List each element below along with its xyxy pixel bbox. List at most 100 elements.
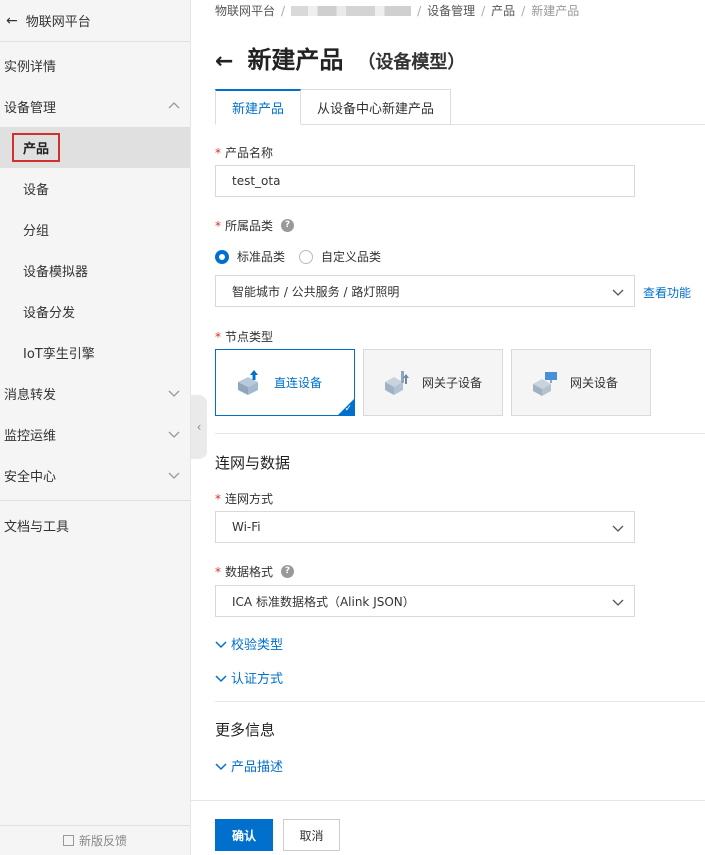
page-title: 新建产品 xyxy=(247,46,344,74)
sidebar-item-iot-twin[interactable]: IoT孪生引擎 xyxy=(0,332,190,373)
sidebar-item-group[interactable]: 分组 xyxy=(0,209,190,250)
category-radio-group: 标准品类 自定义品类 xyxy=(215,248,395,265)
product-name-label: * 产品名称 xyxy=(215,144,273,161)
breadcrumb-item[interactable]: 产品 xyxy=(491,2,515,19)
radio-checked-icon xyxy=(215,249,229,264)
node-card-direct-device[interactable]: 直连设备 ✓ xyxy=(215,349,355,416)
radio-custom-category[interactable]: 自定义品类 xyxy=(299,248,381,265)
sidebar-title: 物联网平台 xyxy=(25,15,91,30)
page-subtitle: （设备模型） xyxy=(357,52,466,73)
select-value: Wi-Fi xyxy=(232,520,261,534)
chevron-down-icon xyxy=(168,431,180,438)
connection-select[interactable]: Wi-Fi xyxy=(215,511,635,543)
auth-method-toggle[interactable]: 认证方式 xyxy=(215,668,283,687)
breadcrumb-current: 新建产品 xyxy=(531,4,580,18)
sidebar-item-device-management[interactable]: 设备管理 xyxy=(0,86,190,127)
node-card-gateway-device[interactable]: 网关设备 xyxy=(511,349,651,416)
card-label: 网关设备 xyxy=(570,376,619,390)
confirm-button[interactable]: 确认 xyxy=(215,819,273,851)
network-section-title: 连网与数据 xyxy=(215,454,291,472)
card-label: 直连设备 xyxy=(274,376,323,390)
chevron-down-icon xyxy=(168,390,180,397)
sidebar-item-instance[interactable]: 实例详情 xyxy=(0,45,190,86)
chevron-down-icon xyxy=(612,599,624,606)
checkmark-icon: ✓ xyxy=(344,404,352,414)
sidebar-item-label: IoT孪生引擎 xyxy=(23,347,95,362)
sidebar-item-monitoring[interactable]: 监控运维 xyxy=(0,414,190,455)
tab-from-device-center[interactable]: 从设备中心新建产品 xyxy=(301,89,452,125)
help-icon[interactable]: ? xyxy=(281,565,295,578)
sidebar-item-device-distribution[interactable]: 设备分发 xyxy=(0,291,190,332)
required-mark: * xyxy=(215,145,221,160)
category-select[interactable]: 智能城市 / 公共服务 / 路灯照明 xyxy=(215,275,635,307)
section-divider xyxy=(215,701,705,702)
breadcrumb-separator: / xyxy=(281,3,286,18)
arrow-left-icon[interactable]: ← xyxy=(6,13,18,29)
tab-bar: 新建产品 从设备中心新建产品 xyxy=(215,89,452,125)
chevron-down-icon xyxy=(215,762,227,770)
sidebar-item-docs-tools[interactable]: 文档与工具 xyxy=(0,505,190,546)
chevron-up-icon xyxy=(168,102,180,109)
field-label: 数据格式 xyxy=(225,565,274,579)
sidebar-item-label: 分组 xyxy=(23,224,50,239)
card-label: 网关子设备 xyxy=(422,376,483,390)
field-label: 产品名称 xyxy=(225,146,274,160)
feedback-label: 新版反馈 xyxy=(78,834,127,848)
field-label: 连网方式 xyxy=(225,492,274,506)
back-arrow-icon[interactable]: ← xyxy=(215,49,233,74)
node-card-gateway-subdevice[interactable]: 网关子设备 xyxy=(363,349,503,416)
radio-standard-category[interactable]: 标准品类 xyxy=(215,248,285,265)
view-features-link[interactable]: 查看功能 xyxy=(643,284,691,301)
chevron-down-icon xyxy=(612,289,624,296)
product-desc-toggle[interactable]: 产品描述 xyxy=(215,756,283,775)
sidebar-header[interactable]: ← 物联网平台 xyxy=(0,0,190,42)
data-format-label: * 数据格式 ? xyxy=(215,563,295,580)
sidebar: ← 物联网平台 实例详情 设备管理 产品 设备 分组 设备模拟器 设备分发 Io… xyxy=(0,0,191,855)
sidebar-item-label: 设备分发 xyxy=(23,306,76,321)
sidebar-item-label: 产品 xyxy=(12,133,61,162)
data-format-select[interactable]: ICA 标准数据格式（Alink JSON） xyxy=(215,585,635,617)
required-mark: * xyxy=(215,564,221,579)
field-label: 所属品类 xyxy=(225,219,274,233)
verify-type-toggle[interactable]: 校验类型 xyxy=(215,634,283,653)
category-label: * 所属品类 ? xyxy=(215,217,295,234)
radio-label: 自定义品类 xyxy=(321,250,382,264)
sidebar-item-device-simulator[interactable]: 设备模拟器 xyxy=(0,250,190,291)
tab-new-product[interactable]: 新建产品 xyxy=(215,89,302,125)
more-info-section-title: 更多信息 xyxy=(215,721,276,739)
sidebar-item-label: 设备 xyxy=(23,183,50,198)
radio-label: 标准品类 xyxy=(237,250,286,264)
help-icon[interactable]: ? xyxy=(281,219,295,232)
sidebar-item-label: 实例详情 xyxy=(4,60,57,75)
breadcrumb-separator: / xyxy=(481,3,486,18)
sidebar-item-device[interactable]: 设备 xyxy=(0,168,190,209)
node-type-label: * 节点类型 xyxy=(215,328,273,345)
node-type-cards: 直连设备 ✓ 网关子设备 网关设备 xyxy=(215,349,659,416)
sidebar-item-label: 文档与工具 xyxy=(4,520,70,535)
feedback-link[interactable]: 新版反馈 xyxy=(0,825,190,855)
sidebar-item-product[interactable]: 产品 xyxy=(0,127,190,168)
chevron-down-icon xyxy=(612,525,624,532)
main-content: 物联网平台 / / 设备管理 / 产品 / 新建产品 ← 新建产品 （设备模型）… xyxy=(191,0,705,855)
breadcrumb-separator: / xyxy=(521,3,526,18)
breadcrumb-item[interactable]: 设备管理 xyxy=(427,2,475,19)
toggle-label: 校验类型 xyxy=(231,638,284,653)
section-divider xyxy=(215,433,705,434)
sidebar-item-message-forwarding[interactable]: 消息转发 xyxy=(0,373,190,414)
breadcrumb-separator: / xyxy=(417,3,422,18)
sidebar-item-label: 监控运维 xyxy=(4,429,57,444)
chevron-down-icon xyxy=(215,640,227,648)
product-name-input[interactable]: test_ota xyxy=(215,165,635,197)
gateway-device-icon xyxy=(533,371,557,396)
cancel-button[interactable]: 取消 xyxy=(283,819,340,851)
redacted-instance-name xyxy=(291,5,412,16)
breadcrumb: 物联网平台 / / 设备管理 / 产品 / 新建产品 xyxy=(215,2,579,19)
sidebar-item-label: 设备管理 xyxy=(4,101,57,116)
select-value: ICA 标准数据格式（Alink JSON） xyxy=(232,594,415,609)
gateway-subdevice-icon xyxy=(385,370,409,395)
toggle-label: 产品描述 xyxy=(231,760,284,775)
sidebar-item-security[interactable]: 安全中心 xyxy=(0,455,190,496)
required-mark: * xyxy=(215,329,221,344)
select-value: 智能城市 / 公共服务 / 路灯照明 xyxy=(232,284,400,299)
breadcrumb-item[interactable]: 物联网平台 xyxy=(215,2,275,19)
